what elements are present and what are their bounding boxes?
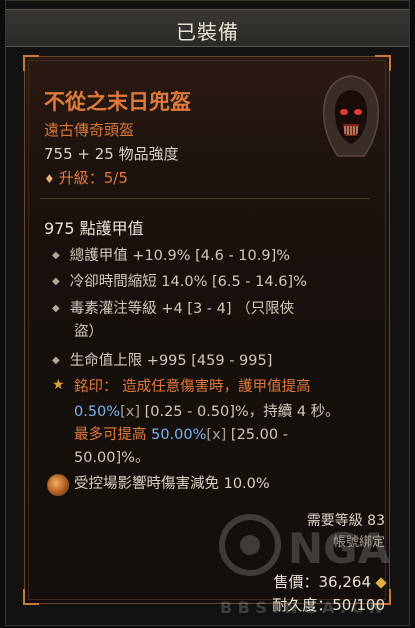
hooded-skull-helm-icon: [322, 75, 380, 157]
item-upgrade: ♦ 升級：5/5: [44, 167, 128, 188]
affix-text-continued: 盜）: [74, 324, 103, 340]
diamond-bullet-icon: ◆: [52, 250, 60, 261]
diamond-bullet-icon: ♦: [44, 172, 55, 186]
aspect-multiplier: [x]: [120, 404, 140, 420]
affix-text: 冷卻時間縮短 14.0% [6.5 - 14.6]%: [69, 274, 307, 290]
item-type: 遠古傳奇頭盔: [44, 121, 135, 139]
diamond-bullet-icon: ◆: [52, 303, 60, 314]
equipped-header: 已裝備: [6, 9, 409, 47]
gold-coin-icon: [375, 577, 387, 589]
aspect-line-4: 50.00]%。: [74, 450, 150, 466]
header-title: 已裝備: [176, 20, 239, 44]
affix-line: ◆ 生命值上限 +995 [459 - 995]: [52, 349, 272, 370]
affix-line: ◆ 毒素灌注等級 +4 [3 - 4] （只限俠: [52, 297, 294, 318]
armor-value: 975 點護甲值: [44, 219, 144, 238]
affix-line: ◆ 總護甲值 +10.9% [4.6 - 10.9]%: [52, 244, 290, 265]
affix-text: 總護甲值 +10.9% [4.6 - 10.9]%: [69, 248, 291, 264]
gem-bonus: 受控場影響時傷害減免 10.0%: [74, 476, 270, 492]
diamond-bullet-icon: ◆: [52, 355, 60, 366]
upgrade-text: 升級：5/5: [58, 169, 128, 187]
aspect-max-label: 最多可提高: [74, 427, 152, 443]
aspect-range: [0.25 - 0.50]%，持續 4 秒。: [139, 404, 340, 420]
affix-text: 毒素灌注等級 +4 [3 - 4] （只限俠: [69, 301, 295, 317]
aspect-line-2: 0.50%[x] [0.25 - 0.50]%，持續 4 秒。: [74, 400, 340, 421]
aspect-line-3: 最多可提高 50.00%[x] [25.00 -: [74, 423, 288, 444]
affix-text: 生命值上限 +995 [459 - 995]: [69, 353, 273, 369]
item-name: 不從之末日兜盔: [44, 90, 191, 114]
corner-ornament: [23, 55, 39, 71]
corner-ornament: [23, 589, 39, 605]
divider: [40, 198, 370, 199]
sell-price: 售價：36,264: [273, 571, 387, 592]
aspect-value: 0.50%: [74, 404, 121, 420]
diamond-bullet-icon: ◆: [52, 276, 60, 287]
account-bound: 帳號綁定: [332, 535, 385, 550]
aspect-multiplier: [x]: [206, 427, 227, 443]
corner-ornament: [375, 55, 391, 71]
aspect-range: [25.00 -: [226, 427, 288, 443]
affix-line: ◆ 冷卻時間縮短 14.0% [6.5 - 14.6]%: [52, 270, 307, 291]
star-icon: ★: [52, 377, 65, 393]
item-power: 755 + 25 物品強度: [44, 145, 179, 163]
price-text: 售價：36,264: [273, 573, 372, 591]
aspect-line-1: 銘印： 造成任意傷害時，護甲值提高: [74, 379, 311, 395]
required-level: 需要等級 83: [306, 513, 385, 529]
gem-socket-icon: [47, 474, 69, 496]
durability: 耐久度：50/100: [272, 596, 385, 614]
aspect-max-value: 50.00%: [151, 427, 207, 443]
